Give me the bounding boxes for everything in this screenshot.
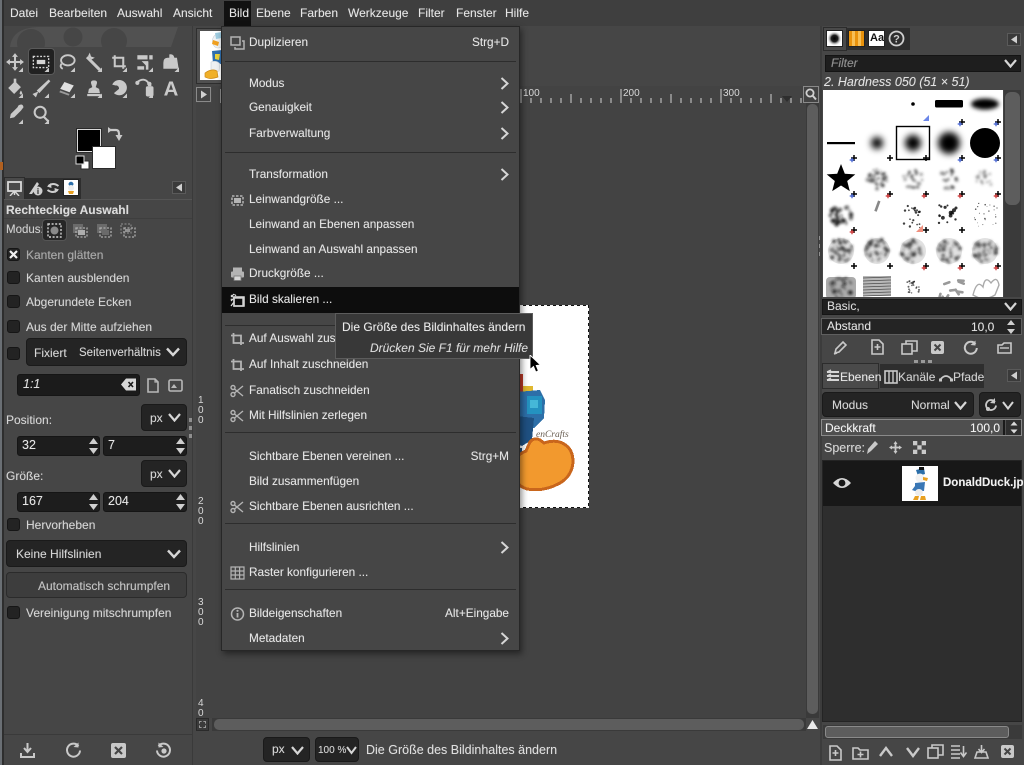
svg-text:0: 0 <box>198 708 204 718</box>
svg-text:200: 200 <box>623 88 640 99</box>
svg-text:A: A <box>164 79 179 101</box>
svg-text:0: 0 <box>198 617 204 628</box>
svg-text:100: 100 <box>523 88 540 99</box>
svg-text:?: ? <box>893 34 900 46</box>
svg-text:0: 0 <box>198 516 204 527</box>
svg-text:300: 300 <box>723 88 740 99</box>
svg-text:0: 0 <box>198 415 204 426</box>
svg-text:enCrafts: enCrafts <box>536 429 569 440</box>
svg-text:i: i <box>37 187 39 196</box>
